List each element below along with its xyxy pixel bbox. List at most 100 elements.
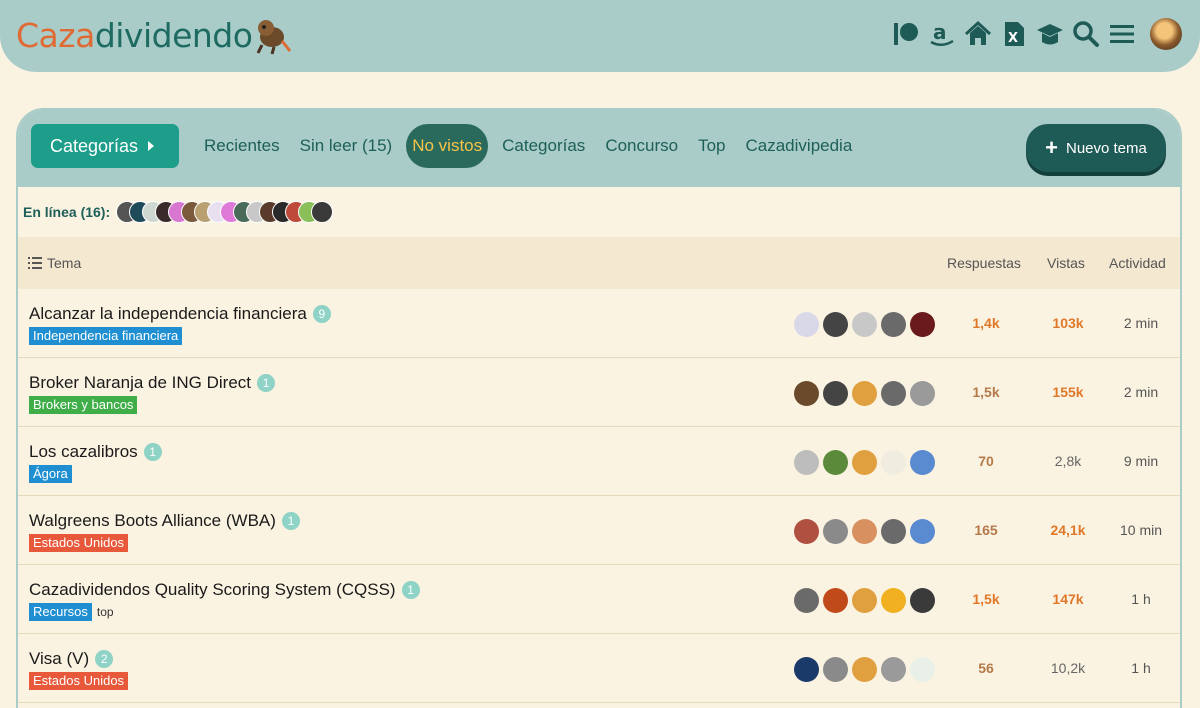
- column-header-replies[interactable]: Respuestas: [947, 255, 1021, 271]
- topic-title-link[interactable]: Alcanzar la independencia financiera: [29, 304, 307, 324]
- new-topic-button[interactable]: + Nuevo tema: [1026, 124, 1166, 172]
- nav-link-categorias[interactable]: Categorías: [492, 124, 595, 168]
- topic-title-link[interactable]: Walgreens Boots Alliance (WBA): [29, 511, 276, 531]
- poster-avatar[interactable]: [881, 588, 906, 613]
- poster-avatar[interactable]: [881, 519, 906, 544]
- poster-avatar[interactable]: [823, 450, 848, 475]
- topic-title-link[interactable]: Los cazalibros: [29, 442, 138, 462]
- poster-avatar[interactable]: [881, 657, 906, 682]
- nav-link-recientes[interactable]: Recientes: [204, 124, 290, 168]
- poster-avatar[interactable]: [910, 519, 935, 544]
- nav-link-sin-leer[interactable]: Sin leer (15): [290, 124, 403, 168]
- poster-avatar[interactable]: [794, 381, 819, 406]
- category-badge[interactable]: Estados Unidos: [29, 534, 129, 552]
- replies-count[interactable]: 1,5k: [958, 591, 1014, 607]
- poster-avatar[interactable]: [794, 312, 819, 337]
- poster-avatars: [794, 312, 935, 337]
- category-badge[interactable]: Recursos: [29, 603, 92, 621]
- poster-avatar[interactable]: [794, 450, 819, 475]
- activity-time[interactable]: 1 h: [1108, 591, 1174, 607]
- topic-title-link[interactable]: Visa (V): [29, 649, 89, 669]
- table-row[interactable]: Visa (V) 2 Estados Unidos 56 10,2k 1 h: [18, 634, 1180, 703]
- poster-avatar[interactable]: [881, 312, 906, 337]
- poster-avatar[interactable]: [823, 657, 848, 682]
- topic-title-link[interactable]: Cazadividendos Quality Scoring System (C…: [29, 580, 396, 600]
- activity-time[interactable]: 9 min: [1108, 453, 1174, 469]
- poster-avatar[interactable]: [852, 588, 877, 613]
- patreon-icon[interactable]: [892, 16, 920, 52]
- replies-count[interactable]: 56: [958, 660, 1014, 676]
- table-row[interactable]: Alcanzar la independencia financiera 9 In…: [18, 289, 1180, 358]
- graduation-cap-icon[interactable]: [1036, 16, 1064, 52]
- excel-icon[interactable]: X: [1000, 16, 1028, 52]
- list-icon: [28, 257, 42, 269]
- replies-count[interactable]: 1,4k: [958, 315, 1014, 331]
- unread-count-badge[interactable]: 1: [257, 374, 276, 392]
- poster-avatars: [794, 450, 935, 475]
- table-row[interactable]: Broker Naranja de ING Direct 1 Brokers y …: [18, 358, 1180, 427]
- poster-avatar[interactable]: [823, 519, 848, 544]
- column-header-views[interactable]: Vistas: [1047, 255, 1085, 271]
- activity-time[interactable]: 1 h: [1108, 660, 1174, 676]
- search-icon[interactable]: [1072, 16, 1100, 52]
- column-header-activity[interactable]: Actividad: [1109, 255, 1166, 271]
- poster-avatar[interactable]: [823, 381, 848, 406]
- category-badge[interactable]: Brokers y bancos: [29, 396, 138, 414]
- category-badge[interactable]: Ágora: [29, 465, 72, 483]
- unread-count-badge[interactable]: 9: [312, 305, 331, 323]
- poster-avatar[interactable]: [794, 657, 819, 682]
- poster-avatar[interactable]: [852, 381, 877, 406]
- nav-link-cazadivipedia[interactable]: Cazadivipedia: [736, 124, 863, 168]
- navigation-bar: Categorías Recientes Sin leer (15) No vi…: [18, 110, 1180, 187]
- category-badge[interactable]: Independencia financiera: [29, 327, 183, 345]
- unread-count-badge[interactable]: 2: [95, 650, 114, 668]
- unread-count-badge[interactable]: 1: [401, 581, 420, 599]
- category-badge[interactable]: Estados Unidos: [29, 672, 129, 690]
- column-header-topic-label: Tema: [47, 255, 82, 271]
- activity-time[interactable]: 2 min: [1108, 315, 1174, 331]
- unread-count-badge[interactable]: 1: [143, 443, 162, 461]
- replies-count[interactable]: 1,5k: [958, 384, 1014, 400]
- poster-avatar[interactable]: [910, 657, 935, 682]
- poster-avatar[interactable]: [823, 588, 848, 613]
- amazon-icon[interactable]: a: [928, 16, 956, 52]
- topic-title-link[interactable]: Broker Naranja de ING Direct: [29, 373, 251, 393]
- online-avatar[interactable]: [311, 201, 334, 223]
- nav-link-no-vistos[interactable]: No vistos: [406, 124, 489, 168]
- unread-count-badge[interactable]: 1: [281, 512, 300, 530]
- user-avatar[interactable]: [1150, 18, 1182, 50]
- poster-avatar[interactable]: [852, 519, 877, 544]
- poster-avatar[interactable]: [910, 312, 935, 337]
- site-logo[interactable]: Caza dividendo: [16, 12, 292, 58]
- table-row[interactable]: Los cazalibros 1 Ágora 70 2,8k 9 min: [18, 427, 1180, 496]
- mascot-icon: [257, 20, 292, 55]
- online-avatar-list: [116, 201, 334, 223]
- poster-avatar[interactable]: [910, 450, 935, 475]
- poster-avatar[interactable]: [823, 312, 848, 337]
- activity-time[interactable]: 10 min: [1108, 522, 1174, 538]
- online-label: En línea (16):: [23, 204, 111, 220]
- nav-link-concurso[interactable]: Concurso: [595, 124, 688, 168]
- replies-count[interactable]: 165: [958, 522, 1014, 538]
- topic-tag[interactable]: top: [97, 605, 114, 619]
- home-icon[interactable]: [964, 16, 992, 52]
- poster-avatars: [794, 381, 935, 406]
- poster-avatar[interactable]: [910, 588, 935, 613]
- poster-avatar[interactable]: [794, 588, 819, 613]
- nav-link-top[interactable]: Top: [688, 124, 735, 168]
- table-row[interactable]: Walgreens Boots Alliance (WBA) 1 Estados …: [18, 496, 1180, 565]
- poster-avatar[interactable]: [852, 450, 877, 475]
- hamburger-menu-icon[interactable]: [1108, 16, 1136, 52]
- table-row[interactable]: Cazadividendos Quality Scoring System (C…: [18, 565, 1180, 634]
- poster-avatar[interactable]: [852, 657, 877, 682]
- replies-count[interactable]: 70: [958, 453, 1014, 469]
- poster-avatar[interactable]: [794, 519, 819, 544]
- column-header-topic[interactable]: Tema: [28, 255, 81, 271]
- poster-avatar[interactable]: [852, 312, 877, 337]
- poster-avatar[interactable]: [881, 450, 906, 475]
- categories-dropdown-button[interactable]: Categorías: [31, 124, 179, 168]
- poster-avatar[interactable]: [910, 381, 935, 406]
- views-count: 103k: [1052, 315, 1084, 331]
- activity-time[interactable]: 2 min: [1108, 384, 1174, 400]
- poster-avatar[interactable]: [881, 381, 906, 406]
